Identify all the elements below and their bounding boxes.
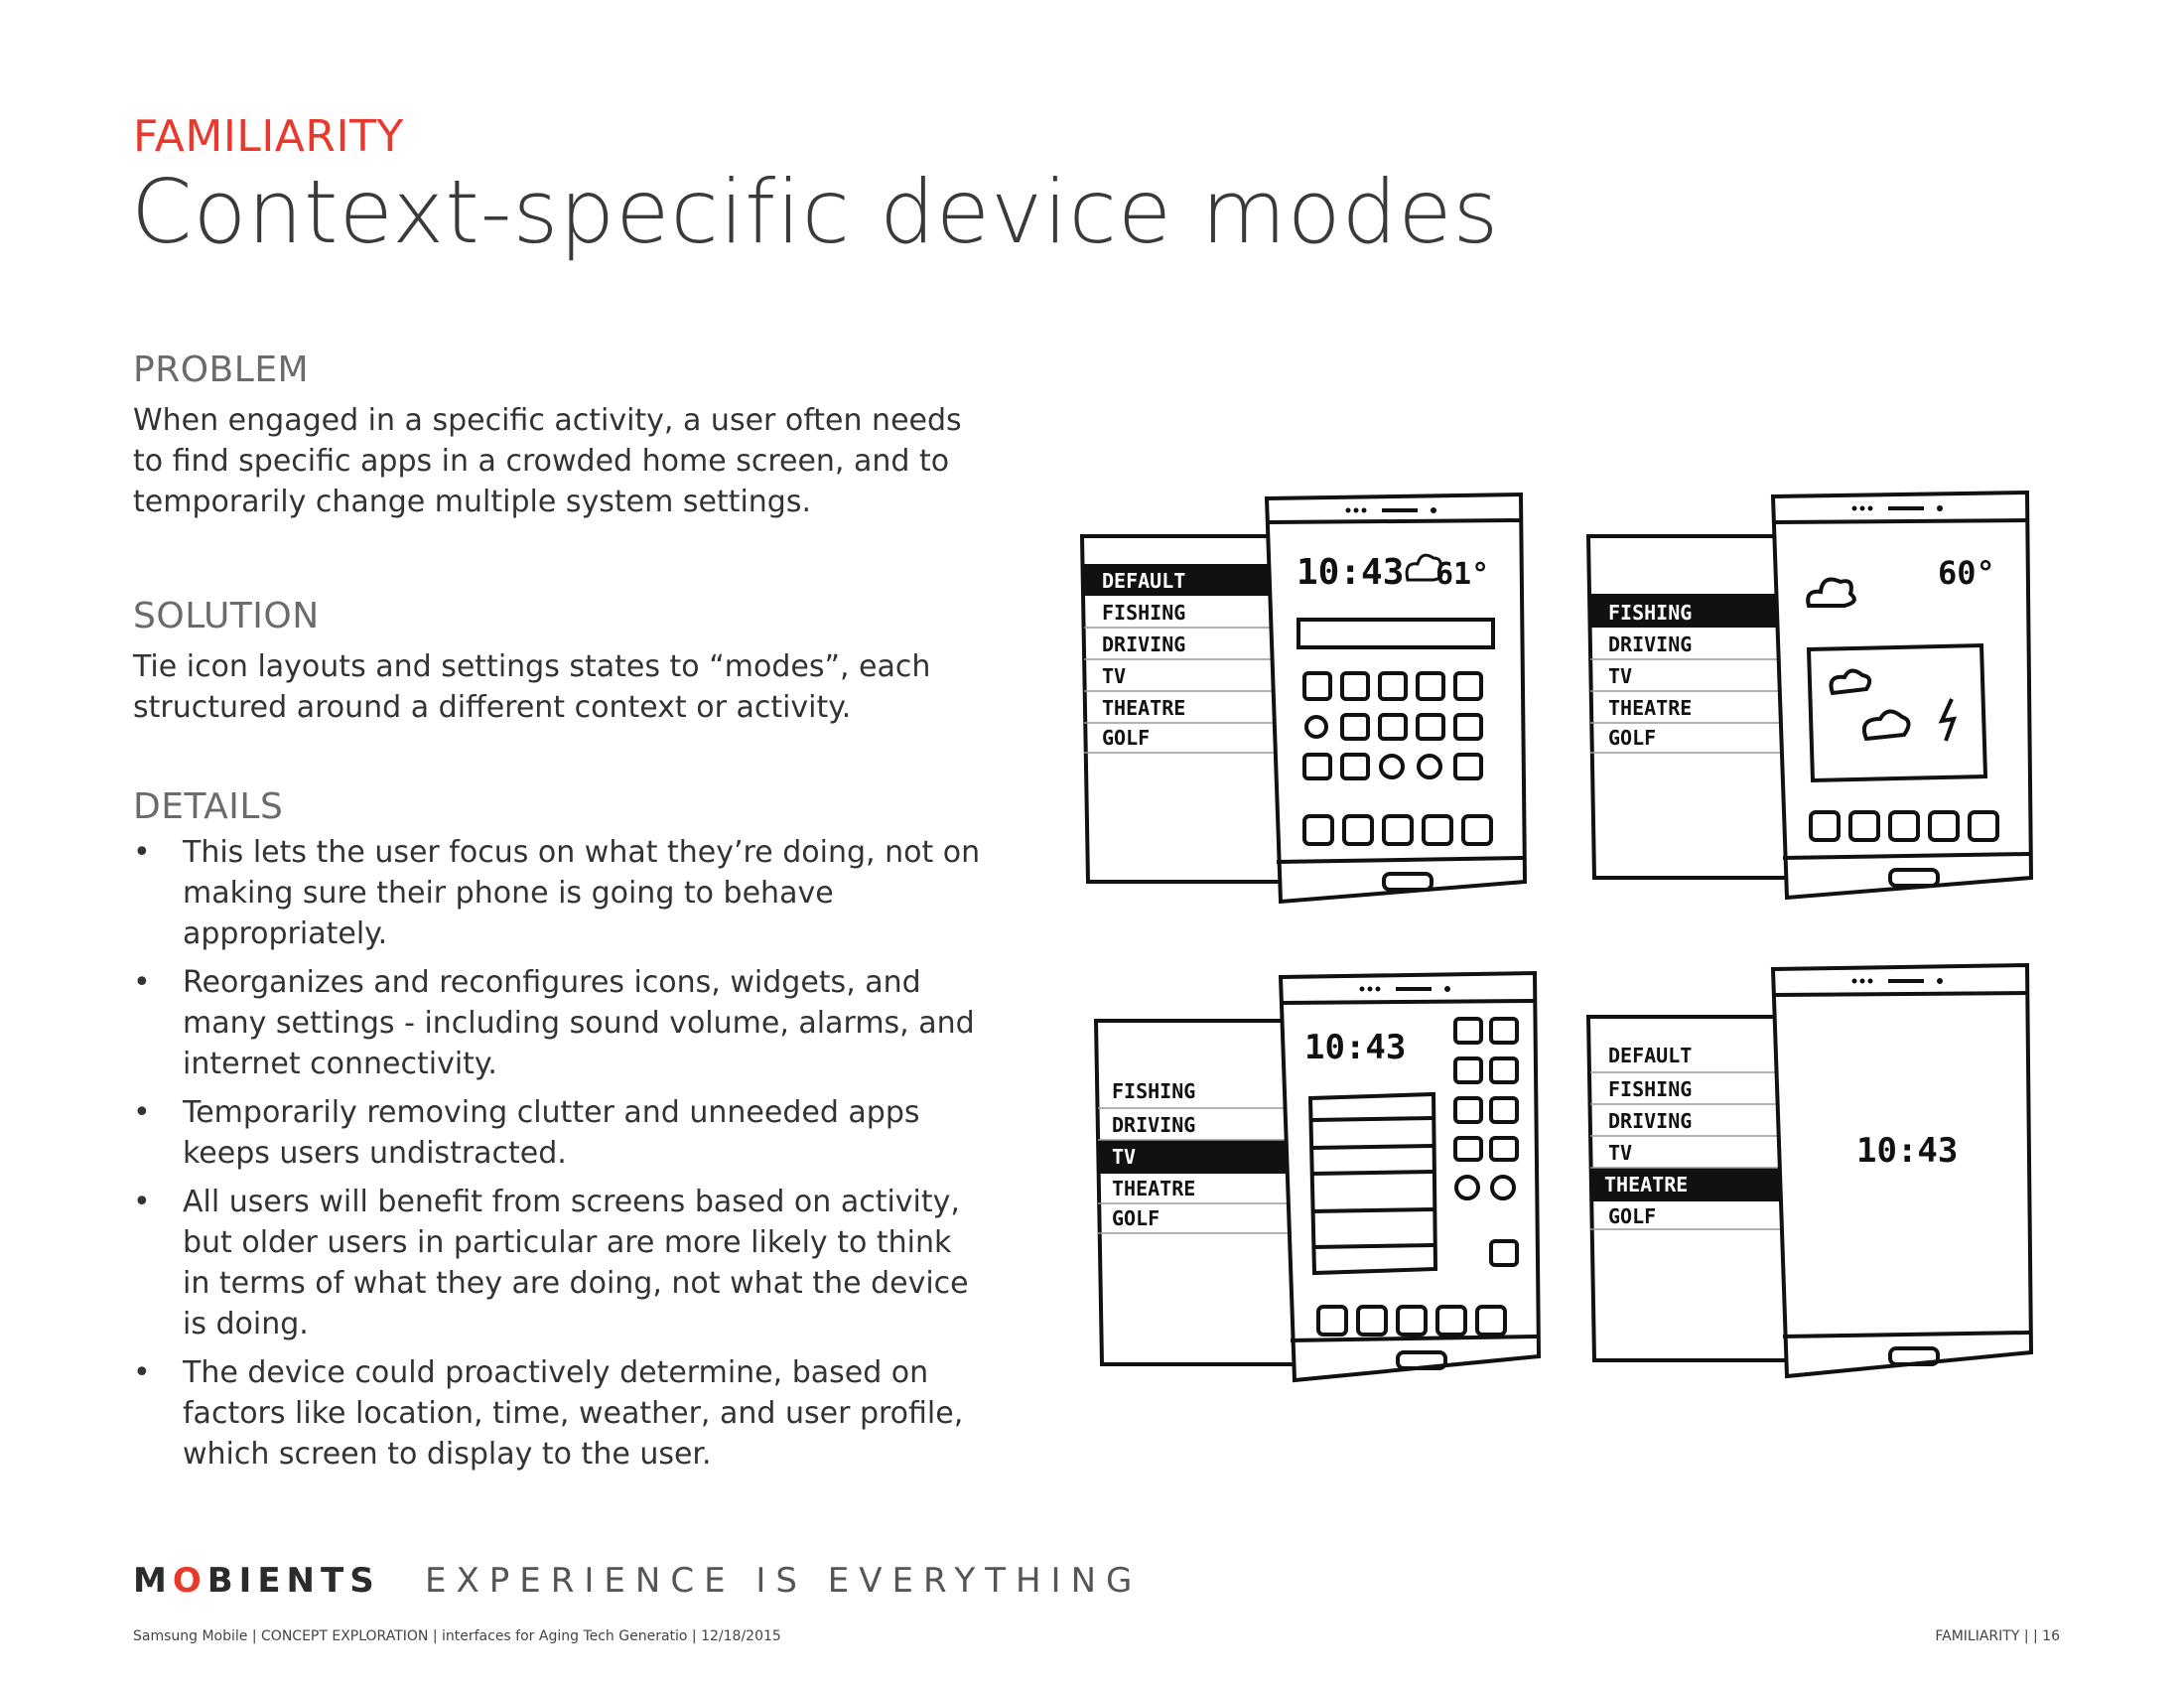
details-item: This lets the user focus on what they’re… [133, 832, 987, 954]
menu-item-golf: GOLF [1102, 726, 1150, 750]
menu-item-driving: DRIVING [1608, 1109, 1692, 1133]
clock-text: 10:43 [1304, 1028, 1406, 1067]
temperature-text: 61° [1435, 557, 1489, 592]
section-eyebrow: FAMILIARITY [133, 111, 404, 162]
menu-item-golf: GOLF [1112, 1206, 1160, 1230]
sketch-theatre-mode: DEFAULT FISHING DRIVING TV THEATRE GOLF … [1585, 962, 2034, 1379]
menu-item-theatre: THEATRE [1112, 1177, 1195, 1200]
solution-text: Tie icon layouts and settings states to … [133, 649, 931, 725]
menu-item-fishing: FISHING [1102, 601, 1185, 625]
menu-item-fishing: FISHING [1608, 601, 1692, 625]
menu-item-fishing: FISHING [1112, 1079, 1195, 1103]
sketch-fishing-mode: FISHING DRIVING TV THEATRE GOLF 60° [1585, 490, 2034, 901]
menu-item-theatre: THEATRE [1604, 1173, 1688, 1196]
tagline: EXPERIENCE IS EVERYTHING [425, 1561, 1143, 1601]
page-title: Context-specific device modes [131, 161, 1500, 263]
details-list: This lets the user focus on what they’re… [133, 832, 987, 1482]
menu-item-fishing: FISHING [1608, 1077, 1692, 1101]
footer-page-number: FAMILIARITY | | 16 [1935, 1628, 2060, 1644]
menu-item-default: DEFAULT [1102, 569, 1185, 593]
menu-item-golf: GOLF [1608, 726, 1656, 750]
clock-text: 10:43 [1297, 552, 1404, 593]
problem-text: When engaged in a specific activity, a u… [133, 403, 962, 519]
logo-rest: BIENTS [206, 1561, 380, 1601]
details-item: Reorganizes and reconfigures icons, widg… [133, 962, 987, 1084]
menu-item-tv: TV [1608, 664, 1632, 688]
footer-document-info: Samsung Mobile | CONCEPT EXPLORATION | i… [133, 1628, 781, 1644]
details-item: The device could proactively determine, … [133, 1352, 987, 1475]
menu-item-driving: DRIVING [1608, 633, 1692, 656]
menu-item-tv: TV [1112, 1145, 1136, 1169]
details-heading: DETAILS [133, 786, 284, 827]
sketch-tv-mode: FISHING DRIVING TV THEATRE GOLF 10:43 [1093, 970, 1542, 1383]
menu-item-tv: TV [1608, 1141, 1632, 1165]
clock-text: 10:43 [1856, 1131, 1958, 1171]
menu-item-theatre: THEATRE [1102, 696, 1185, 720]
logo-letter-o: O [172, 1561, 207, 1601]
menu-item-tv: TV [1102, 664, 1126, 688]
logo-letter-m: M [133, 1561, 173, 1601]
details-item: Temporarily removing clutter and unneede… [133, 1092, 987, 1174]
problem-heading: PROBLEM [133, 350, 310, 390]
menu-item-default: DEFAULT [1608, 1044, 1692, 1067]
solution-heading: SOLUTION [133, 596, 320, 636]
details-item: All users will benefit from screens base… [133, 1182, 987, 1344]
menu-item-driving: DRIVING [1102, 633, 1185, 656]
mobients-logo: MOBIENTS [133, 1561, 380, 1601]
menu-item-driving: DRIVING [1112, 1113, 1195, 1137]
sketch-default-mode: DEFAULT FISHING DRIVING TV THEATRE GOLF … [1079, 492, 1528, 905]
menu-item-golf: GOLF [1608, 1204, 1656, 1228]
temperature-text: 60° [1938, 554, 1995, 592]
menu-item-theatre: THEATRE [1608, 696, 1692, 720]
